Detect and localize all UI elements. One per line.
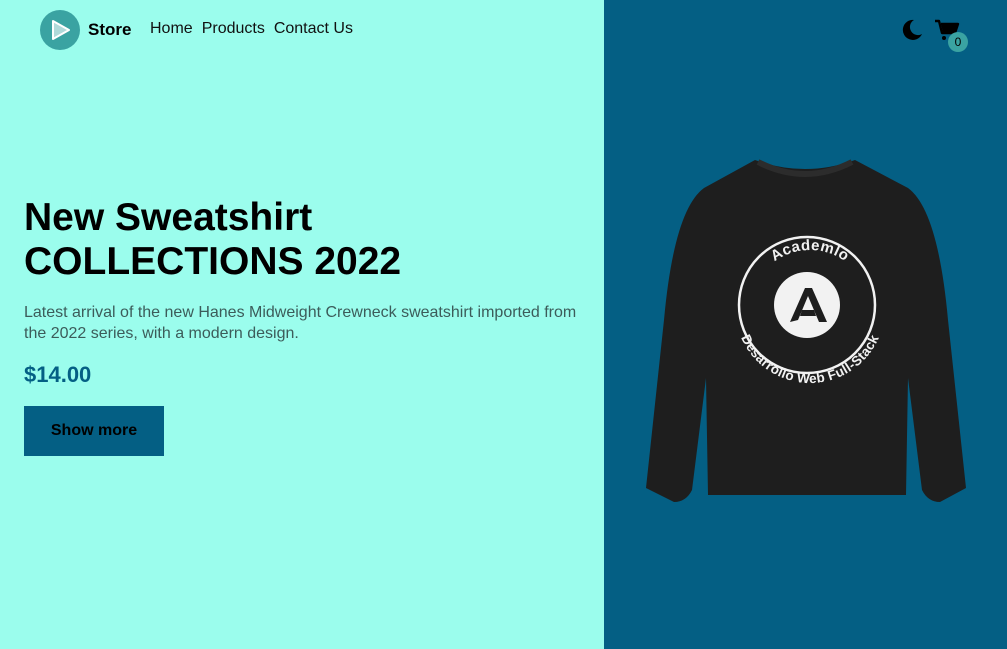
logo-play-icon [52,20,70,40]
logo[interactable] [40,10,80,50]
hero-title-line-2: COLLECTIONS 2022 [24,240,402,283]
hero-price: $14.00 [24,362,92,387]
hero-section: New Sweatshirt COLLECTIONS 2022 Latest a… [24,196,584,456]
main-nav: Home Products Contact Us [150,20,353,38]
nav-home[interactable]: Home [150,20,193,38]
hero-description: Latest arrival of the new Hanes Midweigh… [24,304,577,342]
nav-contact-us[interactable]: Contact Us [274,20,353,38]
cart-button[interactable]: 0 [934,18,968,52]
show-more-button[interactable]: Show more [24,406,164,456]
hero-title-line-1: New Sweatshirt [24,196,313,239]
header: Store Home Products Contact Us 0 [0,0,1007,62]
nav-products[interactable]: Products [202,20,265,38]
hero-title: New Sweatshirt COLLECTIONS 2022 [24,196,584,284]
cart-count-badge: 0 [948,32,968,52]
sweatshirt-image: Academlo Desarrollo Web Full-Stack [646,159,966,502]
brand-name[interactable]: Store [88,20,131,40]
moon-icon[interactable] [900,18,924,42]
